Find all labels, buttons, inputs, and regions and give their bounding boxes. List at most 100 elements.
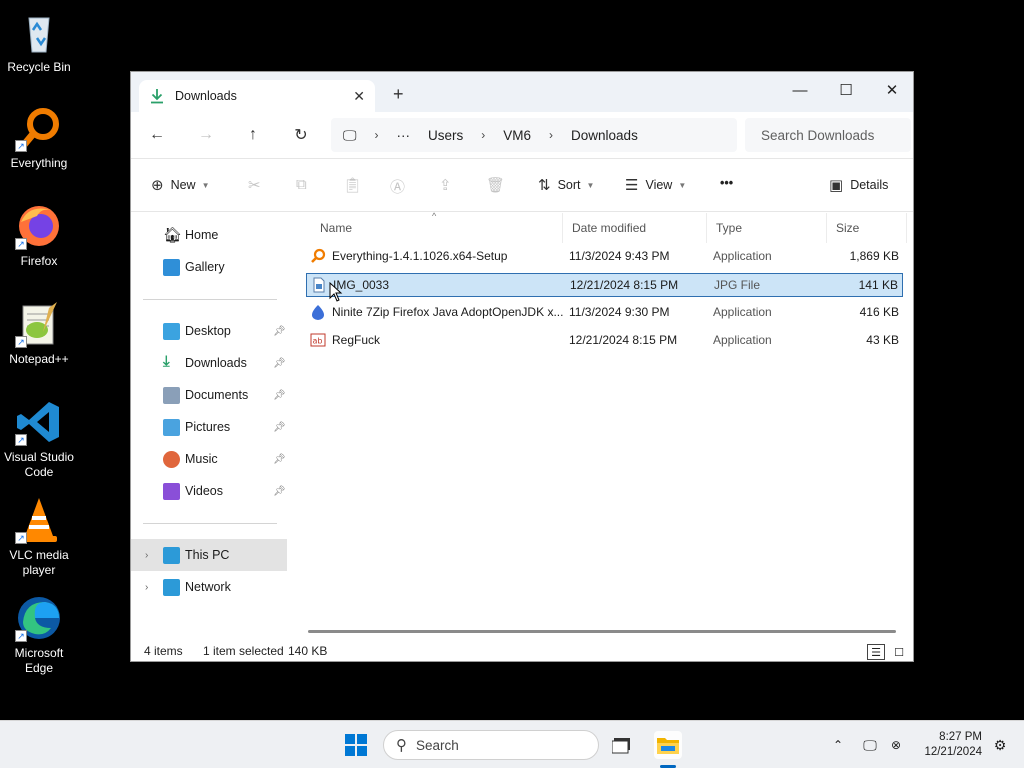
breadcrumb[interactable]: 🖵 › ··· Users › VM6 › Downloads: [331, 118, 737, 152]
system-clock[interactable]: 8:27 PM 12/21/2024: [912, 730, 982, 760]
taskbar: ⚲ Search ⌃ 🖵 ⊗ 8:27 PM 12/21/2024 ⚙: [0, 720, 1024, 768]
view-icon: ☰: [625, 177, 639, 194]
sidebar-item-music[interactable]: Music 📌︎: [131, 443, 287, 475]
breadcrumb-downloads[interactable]: Downloads: [571, 128, 638, 143]
divider: [143, 299, 277, 300]
sidebar-item-documents[interactable]: Documents 📌︎: [131, 379, 287, 411]
sidebar-item-home[interactable]: 🏠︎ Home: [131, 219, 287, 251]
start-button[interactable]: [342, 731, 370, 759]
maximize-button[interactable]: ☐: [823, 76, 869, 104]
file-explorer-window: Downloads ✕ + — ☐ ✕ ← → ↑ ↻ 🖵 › ··· User…: [130, 71, 914, 662]
desktop-icon-vscode[interactable]: ↗ Visual Studio Code: [0, 398, 78, 480]
address-bar: ← → ↑ ↻ 🖵 › ··· Users › VM6 › Downloads …: [131, 112, 913, 158]
desktop-icon-edge[interactable]: ↗ Microsoft Edge: [0, 594, 78, 676]
desktop-icon-label: VLC media player: [9, 548, 69, 577]
chevron-right-icon: ›: [481, 128, 486, 142]
details-view-icon[interactable]: ☰: [867, 644, 885, 660]
pin-icon[interactable]: 📌︎: [273, 454, 286, 465]
column-header-size[interactable]: Size: [827, 213, 907, 243]
refresh-icon[interactable]: ↻: [289, 123, 313, 147]
desktop-icon-vlc[interactable]: ↗ VLC media player: [0, 496, 78, 578]
chevron-right-icon[interactable]: ›: [145, 550, 148, 561]
file-row[interactable]: Ninite 7Zip Firefox Java AdoptOpenJDK x.…: [306, 301, 903, 325]
details-button[interactable]: ▣ Details: [829, 176, 888, 194]
paste-icon[interactable]: 📋︎: [343, 176, 362, 194]
taskbar-search-label: Search: [416, 737, 459, 753]
column-header-type[interactable]: Type: [707, 213, 827, 243]
file-row[interactable]: ab RegFuck 12/21/2024 8:15 PM Applicatio…: [306, 329, 903, 353]
pin-icon[interactable]: 📌︎: [273, 326, 286, 337]
minimize-button[interactable]: —: [777, 76, 823, 104]
chevron-up-icon[interactable]: ⌃: [824, 731, 852, 759]
column-header-date[interactable]: Date modified: [563, 213, 707, 243]
desktop-icon-everything[interactable]: ↗ Everything: [0, 104, 78, 171]
pin-icon[interactable]: 📌︎: [273, 358, 286, 369]
tiles-view-icon[interactable]: ☐: [890, 644, 908, 660]
edge-icon: ↗: [15, 594, 63, 642]
new-tab-button[interactable]: +: [393, 84, 404, 105]
sidebar-item-label: Documents: [185, 388, 249, 402]
sort-button[interactable]: ⇅ Sort ▼: [538, 176, 594, 194]
download-icon: [151, 89, 163, 104]
breadcrumb-overflow[interactable]: ···: [397, 128, 411, 143]
folder-icon: [657, 738, 679, 754]
sidebar-item-gallery[interactable]: Gallery: [131, 251, 287, 283]
desktop-icon-notepadpp[interactable]: ↗ Notepad++: [0, 300, 78, 367]
network-icon: [163, 579, 180, 596]
chevron-right-icon[interactable]: ›: [145, 582, 148, 593]
new-button[interactable]: ⊕ New ▼: [151, 176, 210, 194]
share-icon[interactable]: ⇪: [439, 176, 452, 194]
up-arrow-icon[interactable]: ↑: [241, 123, 265, 147]
tab-close-icon[interactable]: ✕: [353, 88, 365, 105]
videos-icon: [163, 483, 180, 500]
file-size: 416 KB: [859, 305, 899, 319]
tab-downloads[interactable]: Downloads ✕: [139, 80, 375, 112]
back-arrow-icon[interactable]: ←: [145, 123, 169, 147]
file-size: 1,869 KB: [849, 249, 899, 263]
rename-icon[interactable]: Ⓐ: [390, 176, 405, 197]
task-view-button[interactable]: [608, 731, 636, 759]
pin-icon[interactable]: 📌︎: [273, 422, 286, 433]
chevron-right-icon: ›: [374, 128, 379, 142]
file-date: 12/21/2024 8:15 PM: [570, 278, 679, 292]
chevron-down-icon: ▼: [586, 180, 595, 190]
pin-icon[interactable]: 📌︎: [273, 390, 286, 401]
sidebar-item-label: Desktop: [185, 324, 231, 338]
cut-icon[interactable]: ✂: [248, 176, 261, 194]
search-input[interactable]: Search Downloads: [745, 118, 911, 152]
sidebar-item-desktop[interactable]: Desktop 📌︎: [131, 315, 287, 347]
delete-icon[interactable]: 🗑︎: [486, 176, 505, 194]
sidebar-item-pictures[interactable]: Pictures 📌︎: [131, 411, 287, 443]
desktop-icon-firefox[interactable]: ↗ Firefox: [0, 202, 78, 269]
close-button[interactable]: ✕: [869, 76, 915, 104]
view-button[interactable]: ☰ View ▼: [625, 176, 686, 194]
desktop-icon-recycle-bin[interactable]: Recycle Bin: [0, 8, 78, 75]
taskbar-search-input[interactable]: ⚲ Search: [383, 730, 599, 760]
file-row[interactable]: Everything-1.4.1.1026.x64-Setup 11/3/202…: [306, 245, 903, 269]
file-explorer-taskbar-button[interactable]: [654, 731, 682, 759]
horizontal-scrollbar[interactable]: [308, 630, 896, 633]
sidebar-item-label: Music: [185, 452, 218, 466]
sidebar-item-label: Gallery: [185, 260, 225, 274]
notifications-icon[interactable]: ⚙: [986, 731, 1014, 759]
column-header-name[interactable]: Name: [311, 213, 563, 243]
copy-icon[interactable]: ⧉: [296, 176, 307, 193]
documents-icon: [163, 387, 180, 404]
forward-arrow-icon[interactable]: →: [194, 123, 218, 147]
file-size: 43 KB: [866, 333, 899, 347]
network-disconnected-icon[interactable]: ⊗: [882, 731, 910, 759]
breadcrumb-users[interactable]: Users: [428, 128, 463, 143]
command-bar: ⊕ New ▼ ✂ ⧉ 📋︎ Ⓐ ⇪ 🗑︎ ⇅ Sort ▼ ☰ View ▼ …: [131, 158, 913, 212]
music-icon: [163, 451, 180, 468]
breadcrumb-vm6[interactable]: VM6: [503, 128, 531, 143]
monitor-settings-icon[interactable]: 🖵: [856, 731, 884, 759]
pin-icon[interactable]: 📌︎: [273, 486, 286, 497]
more-options-button[interactable]: •••: [720, 176, 733, 190]
sidebar-item-videos[interactable]: Videos 📌︎: [131, 475, 287, 507]
sidebar-item-this-pc[interactable]: › This PC: [131, 539, 287, 571]
desktop-icon-label: Microsoft Edge: [14, 646, 64, 675]
file-row-selected[interactable]: IMG_0033 12/21/2024 8:15 PM JPG File 141…: [306, 273, 903, 297]
view-label: View: [645, 178, 673, 192]
sidebar-item-network[interactable]: › Network: [131, 571, 287, 603]
sidebar-item-downloads[interactable]: ⤓ Downloads 📌︎: [131, 347, 287, 379]
